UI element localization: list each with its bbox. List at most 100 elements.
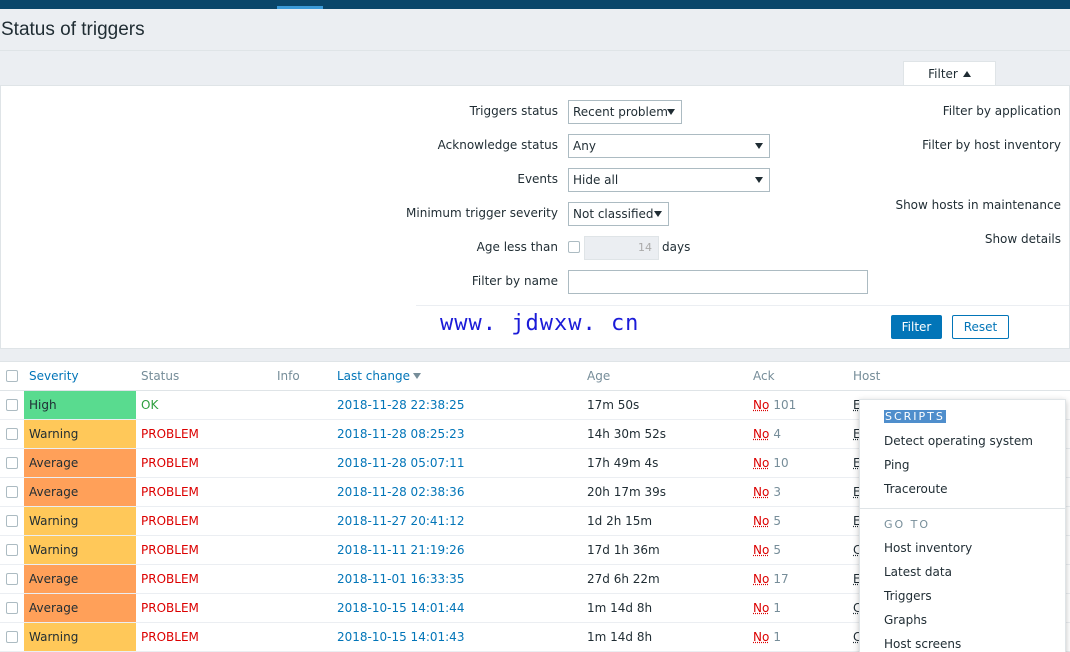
event-count: 1 <box>773 630 781 644</box>
severity-cell: Warning <box>24 623 136 651</box>
menu-item-latest-data[interactable]: Latest data <box>884 565 952 579</box>
row-checkbox[interactable] <box>6 602 18 614</box>
event-count: 1 <box>773 601 781 615</box>
menu-item-triggers[interactable]: Triggers <box>884 589 932 603</box>
menu-separator <box>860 508 1065 509</box>
events-label: Events <box>517 172 558 186</box>
age-checkbox[interactable] <box>568 241 580 253</box>
filter-by-name-label: Filter by name <box>472 274 558 288</box>
row-checkbox[interactable] <box>6 544 18 556</box>
goto-section-header: GO TO <box>884 518 930 531</box>
filter-toggle-tab[interactable]: Filter <box>903 61 996 86</box>
ack-cell: No 1 <box>753 623 781 651</box>
status-cell: PROBLEM <box>141 507 199 535</box>
acknowledge-link[interactable]: No <box>753 456 769 470</box>
severity-cell: Warning <box>24 420 136 448</box>
ack-cell: No 101 <box>753 391 796 419</box>
last-change-column-header[interactable]: Last change <box>337 369 421 383</box>
menu-item-host-screens[interactable]: Host screens <box>884 637 961 651</box>
show-details-label[interactable]: Show details <box>985 232 1061 246</box>
menu-item-host-inventory[interactable]: Host inventory <box>884 541 972 555</box>
triggers-status-select[interactable]: Recent problem <box>568 100 682 124</box>
age-cell: 27d 6h 22m <box>587 565 660 593</box>
filter-by-application-link[interactable]: Filter by application <box>943 104 1061 118</box>
row-checkbox[interactable] <box>6 631 18 643</box>
last-change-link[interactable]: 2018-10-15 14:01:44 <box>337 594 464 622</box>
select-all-checkbox[interactable] <box>6 370 18 382</box>
min-severity-value: Not classified <box>573 207 654 221</box>
acknowledge-link[interactable]: No <box>753 601 769 615</box>
event-count: 5 <box>773 543 781 557</box>
menu-item-graphs[interactable]: Graphs <box>884 613 927 627</box>
severity-column-header[interactable]: Severity <box>29 369 79 383</box>
ack-cell: No 3 <box>753 478 781 506</box>
filter-name-input[interactable] <box>568 270 868 294</box>
last-change-link[interactable]: 2018-11-27 20:41:12 <box>337 507 464 535</box>
severity-cell: Average <box>24 594 136 622</box>
last-change-link[interactable]: 2018-11-11 21:19:26 <box>337 536 464 564</box>
row-checkbox[interactable] <box>6 457 18 469</box>
min-severity-select[interactable]: Not classified <box>568 202 669 226</box>
menu-item-detect-os[interactable]: Detect operating system <box>884 434 1033 448</box>
dropdown-arrow-icon <box>755 177 763 183</box>
filter-footer-divider <box>416 305 1069 306</box>
watermark-text: www. jdwxw. cn <box>440 311 639 336</box>
acknowledge-link[interactable]: No <box>753 630 769 644</box>
severity-cell: High <box>24 391 136 419</box>
acknowledge-link[interactable]: No <box>753 427 769 441</box>
row-checkbox[interactable] <box>6 399 18 411</box>
acknowledge-link[interactable]: No <box>753 398 769 412</box>
last-change-link[interactable]: 2018-11-28 02:38:36 <box>337 478 464 506</box>
host-context-menu: SCRIPTS Detect operating system Ping Tra… <box>859 399 1066 652</box>
severity-cell: Warning <box>24 507 136 535</box>
dropdown-arrow-icon <box>667 109 675 115</box>
triggers-status-value: Recent problem <box>573 105 668 119</box>
events-select[interactable]: Hide all <box>568 168 770 192</box>
age-unit-label: days <box>662 240 690 254</box>
age-cell: 1m 14d 8h <box>587 623 652 651</box>
host-column-header: Host <box>853 369 880 383</box>
last-change-link[interactable]: 2018-11-28 05:07:11 <box>337 449 464 477</box>
row-checkbox[interactable] <box>6 515 18 527</box>
last-change-link[interactable]: 2018-11-28 08:25:23 <box>337 420 464 448</box>
row-checkbox[interactable] <box>6 428 18 440</box>
acknowledge-status-select[interactable]: Any <box>568 134 770 158</box>
acknowledge-link[interactable]: No <box>753 543 769 557</box>
status-cell: PROBLEM <box>141 449 199 477</box>
info-column-header: Info <box>277 369 300 383</box>
show-hosts-in-maintenance-label[interactable]: Show hosts in maintenance <box>895 198 1061 212</box>
ack-cell: No 5 <box>753 536 781 564</box>
ack-cell: No 4 <box>753 420 781 448</box>
acknowledge-link[interactable]: No <box>753 514 769 528</box>
active-nav-tab-indicator[interactable] <box>277 6 323 9</box>
menu-item-traceroute[interactable]: Traceroute <box>884 482 948 496</box>
last-change-link[interactable]: 2018-10-15 14:01:43 <box>337 623 464 651</box>
acknowledge-link[interactable]: No <box>753 572 769 586</box>
filter-by-host-inventory-link[interactable]: Filter by host inventory <box>922 138 1061 152</box>
ack-cell: No 10 <box>753 449 789 477</box>
ack-column-header: Ack <box>753 369 775 383</box>
last-change-link[interactable]: 2018-11-01 16:33:35 <box>337 565 464 593</box>
menu-item-ping[interactable]: Ping <box>884 458 910 472</box>
dropdown-arrow-icon <box>755 143 763 149</box>
age-cell: 17m 50s <box>587 391 639 419</box>
event-count: 5 <box>773 514 781 528</box>
filter-button[interactable]: Filter <box>891 315 942 339</box>
acknowledge-link[interactable]: No <box>753 485 769 499</box>
top-navigation-bar <box>0 0 1070 9</box>
reset-button[interactable]: Reset <box>952 315 1009 339</box>
severity-cell: Warning <box>24 536 136 564</box>
age-days-input[interactable]: 14 <box>584 236 659 260</box>
last-change-link[interactable]: 2018-11-28 22:38:25 <box>337 391 464 419</box>
sort-descending-icon <box>413 373 421 379</box>
age-cell: 1d 2h 15m <box>587 507 652 535</box>
age-label: Age less than <box>477 240 558 254</box>
event-count: 17 <box>773 572 788 586</box>
event-count: 4 <box>773 427 781 441</box>
status-cell: PROBLEM <box>141 420 199 448</box>
event-count: 101 <box>773 398 796 412</box>
row-checkbox[interactable] <box>6 573 18 585</box>
age-cell: 17d 1h 36m <box>587 536 660 564</box>
status-cell: PROBLEM <box>141 594 199 622</box>
row-checkbox[interactable] <box>6 486 18 498</box>
